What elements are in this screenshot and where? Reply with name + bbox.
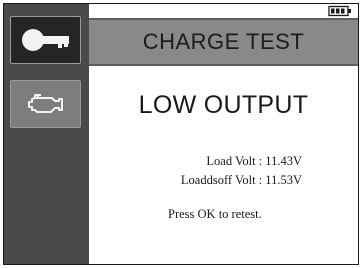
loadoff-volt-reading: Loaddsoff Volt : 11.53V (180, 173, 302, 187)
sidebar-item-engine-test[interactable] (10, 80, 81, 128)
load-volt-reading: Load Volt : 11.43V (206, 154, 302, 168)
result-status: LOW OUTPUT (138, 91, 309, 119)
page-title: CHARGE TEST (89, 18, 358, 66)
main-content: CHARGE TEST LOW OUTPUT Load Volt : 11.43… (89, 4, 358, 264)
battery-icon (328, 5, 351, 17)
sidebar-item-battery-test[interactable] (10, 16, 81, 64)
engine-icon (27, 94, 63, 113)
sidebar (4, 4, 89, 264)
retest-prompt: Press OK to retest. (168, 207, 262, 221)
voltage-readings: Load Volt : 11.43V Loaddsoff Volt : 11.5… (181, 152, 302, 190)
key-icon (21, 29, 69, 51)
device-screen: CHARGE TEST LOW OUTPUT Load Volt : 11.43… (3, 3, 359, 265)
